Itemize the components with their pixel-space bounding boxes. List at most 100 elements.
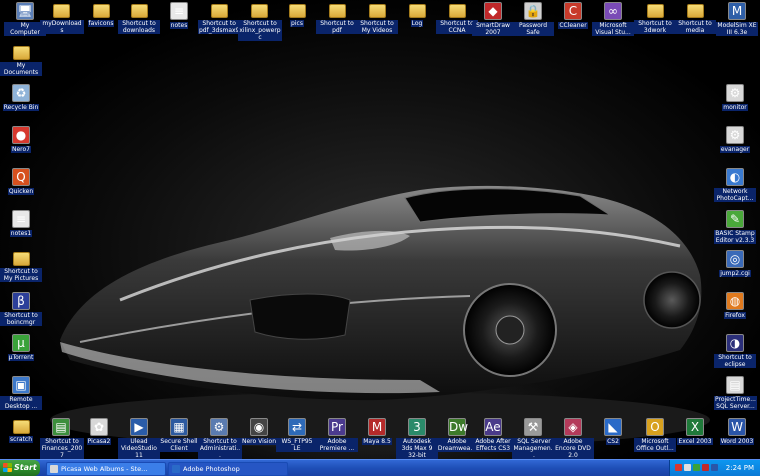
desktop-icon[interactable]: ◐ Network PhotoCapt... bbox=[714, 168, 756, 204]
desktop-icon[interactable]: scratch bbox=[0, 418, 42, 445]
desktop-icon[interactable]: ◈ Adobe Encore DVD 2.0 bbox=[552, 418, 594, 459]
desktop-icon-label: Shortcut to boincmgr bbox=[0, 312, 42, 326]
desktop-icon[interactable]: pics bbox=[276, 2, 318, 29]
desktop-icon[interactable]: X Excel 2003 bbox=[674, 418, 716, 447]
desktop-icon-label: Secure Shell Client bbox=[158, 438, 200, 452]
desktop-icon[interactable]: ▤ Shortcut to Finances_2007 bbox=[40, 418, 84, 459]
desktop-icon[interactable]: Shortcut to pdf_3dsmax9 bbox=[198, 2, 241, 36]
taskbar: Start Picasa Web Albums - Ste... Adobe P… bbox=[0, 459, 760, 476]
taskbar-button-picasa[interactable]: Picasa Web Albums - Ste... bbox=[46, 462, 166, 476]
app-icon: ● bbox=[12, 126, 30, 144]
desktop-icon[interactable]: ▶ Ulead VideoStudio 11 bbox=[118, 418, 160, 459]
desktop-icon[interactable]: ∞ Microsoft Visual Stu... bbox=[592, 2, 634, 38]
desktop-icon-label: Excel 2003 bbox=[677, 438, 713, 445]
app-icon: W bbox=[728, 418, 746, 436]
folder-icon bbox=[12, 252, 30, 266]
desktop-icon[interactable]: ≡ notes bbox=[158, 2, 200, 31]
folder-icon bbox=[288, 4, 306, 18]
desktop-icon[interactable]: ▦ Secure Shell Client bbox=[158, 418, 200, 454]
app-icon: ◑ bbox=[726, 334, 744, 352]
folder-icon bbox=[52, 4, 70, 18]
desktop-icon-label: Password Safe bbox=[512, 22, 554, 36]
app-icon: ◐ bbox=[726, 168, 744, 186]
windows-flag-icon bbox=[3, 463, 12, 472]
folder-icon bbox=[12, 420, 30, 434]
desktop-icon[interactable]: Pr Adobe Premiere ... bbox=[316, 418, 358, 454]
folder-icon bbox=[92, 4, 110, 18]
desktop-icon[interactable]: ✎ BASIC Stamp Editor v2.3.3 bbox=[714, 210, 756, 246]
desktop-icon[interactable]: ◎ jump2.cgi bbox=[714, 250, 756, 279]
desktop-icon-label: Shortcut to downloads bbox=[118, 20, 160, 34]
desktop-icon[interactable]: W Word 2003 bbox=[716, 418, 758, 447]
desktop-icon[interactable]: ≡ notes1 bbox=[0, 210, 42, 239]
desktop-icon[interactable]: favicons bbox=[80, 2, 122, 29]
desktop-icon[interactable]: 3 Autodesk 3ds Max 9 32-bit bbox=[396, 418, 438, 459]
desktop-icon[interactable]: ⚒ SQL Server Managemen... bbox=[512, 418, 556, 459]
desktop-icon-label: ModelSim XE III 6.3e bbox=[716, 22, 758, 36]
app-icon: Dw bbox=[448, 418, 469, 436]
desktop-icon[interactable]: Shortcut to media bbox=[674, 2, 716, 36]
desktop-icon-label: favicons bbox=[87, 20, 115, 27]
app-icon: C bbox=[564, 2, 582, 20]
desktop-icon[interactable]: ◣ CS2 bbox=[592, 418, 634, 447]
desktop-icon[interactable]: Q Quicken bbox=[0, 168, 42, 197]
desktop-icon[interactable]: ⚙ Shortcut to Administrati... bbox=[198, 418, 242, 459]
desktop-icon-label: Shortcut to My Pictures bbox=[0, 268, 42, 282]
task-label: Adobe Photoshop bbox=[183, 465, 240, 473]
desktop-icon[interactable]: ◍ Firefox bbox=[714, 292, 756, 321]
desktop-icon[interactable]: O Microsoft Office Outl... bbox=[634, 418, 676, 454]
tray-app-icon[interactable] bbox=[693, 464, 700, 471]
app-icon: ⚙ bbox=[726, 126, 744, 144]
desktop-icon-label: CS2 bbox=[606, 438, 620, 445]
tray-app-icon[interactable] bbox=[711, 464, 718, 471]
app-icon: ⚙ bbox=[210, 418, 228, 436]
desktop-icon[interactable]: Log bbox=[396, 2, 438, 29]
start-button[interactable]: Start bbox=[0, 460, 40, 476]
desktop-icon[interactable]: Shortcut to downloads bbox=[118, 2, 160, 36]
desktop-icon[interactable]: ▤ ProjectTime... SQL Server... bbox=[714, 376, 757, 412]
desktop-icon[interactable]: ◉ Nero Vision bbox=[238, 418, 280, 447]
app-icon: ≡ bbox=[12, 210, 30, 228]
desktop-icon[interactable]: myDownloads bbox=[40, 2, 84, 36]
desktop-icon[interactable]: Shortcut to My Pictures bbox=[0, 250, 42, 284]
desktop-icon[interactable]: C CCleaner bbox=[552, 2, 594, 31]
desktop-icon[interactable]: ● Nero7 bbox=[0, 126, 42, 155]
app-icon: Ae bbox=[484, 418, 502, 436]
tray-app-icon[interactable] bbox=[675, 464, 682, 471]
desktop-icon[interactable]: ⚙ evanager bbox=[714, 126, 756, 155]
desktop-icon[interactable]: M Maya 8.5 bbox=[356, 418, 398, 447]
folder-icon bbox=[328, 4, 346, 18]
folder-icon bbox=[646, 4, 664, 18]
desktop-icon[interactable]: My Documents bbox=[0, 44, 42, 78]
desktop-icon-label: notes1 bbox=[9, 230, 33, 237]
tray-app-icon[interactable] bbox=[702, 464, 709, 471]
desktop-icon[interactable]: ⇄ WS_FTP95 LE bbox=[276, 418, 318, 454]
desktop-icon[interactable]: ◑ Shortcut to eclipse bbox=[714, 334, 756, 370]
desktop-icon[interactable]: ✿ Picasa2 bbox=[78, 418, 120, 447]
taskbar-button-photoshop[interactable]: Adobe Photoshop bbox=[168, 462, 288, 476]
desktop-icon-label: Adobe Encore DVD 2.0 bbox=[552, 438, 594, 459]
desktop-icon[interactable]: Shortcut to My Videos bbox=[356, 2, 398, 36]
app-icon: ◉ bbox=[250, 418, 268, 436]
desktop-icon[interactable]: Shortcut to pdf bbox=[316, 2, 358, 36]
desktop[interactable]: 🖥 My Computer myDownloads favicons Shortcut … bbox=[0, 0, 760, 459]
desktop-icon[interactable]: Shortcut to xilinx_powerpc bbox=[238, 2, 282, 43]
desktop-icon[interactable]: ♻ Recycle Bin bbox=[0, 84, 42, 113]
desktop-icon[interactable]: Shortcut to 3dwork bbox=[634, 2, 676, 36]
desktop-icon[interactable]: ▣ Remote Desktop ... bbox=[0, 376, 42, 412]
folder-icon bbox=[448, 4, 466, 18]
app-icon: 🖥 bbox=[16, 2, 34, 20]
desktop-icon[interactable]: ◆ SmartDraw 2007 bbox=[472, 2, 514, 38]
clock[interactable]: 2:24 PM bbox=[726, 460, 754, 476]
desktop-icon[interactable]: M ModelSim XE III 6.3e bbox=[716, 2, 758, 38]
desktop-icon[interactable]: ⚙ monitor bbox=[714, 84, 756, 113]
desktop-icon[interactable]: Ae Adobe After Effects CS3 bbox=[472, 418, 514, 454]
desktop-icon-label: Shortcut to pdf_3dsmax9 bbox=[198, 20, 241, 34]
wallpaper-car bbox=[50, 185, 710, 448]
desktop-icon-label: My Documents bbox=[0, 62, 42, 76]
desktop-icon-label: SQL Server Managemen... bbox=[512, 438, 556, 459]
desktop-icon[interactable]: µ µTorrent bbox=[0, 334, 42, 363]
tray-app-icon[interactable] bbox=[684, 464, 691, 471]
desktop-icon[interactable]: 🔒 Password Safe bbox=[512, 2, 554, 38]
desktop-icon[interactable]: β Shortcut to boincmgr bbox=[0, 292, 42, 328]
